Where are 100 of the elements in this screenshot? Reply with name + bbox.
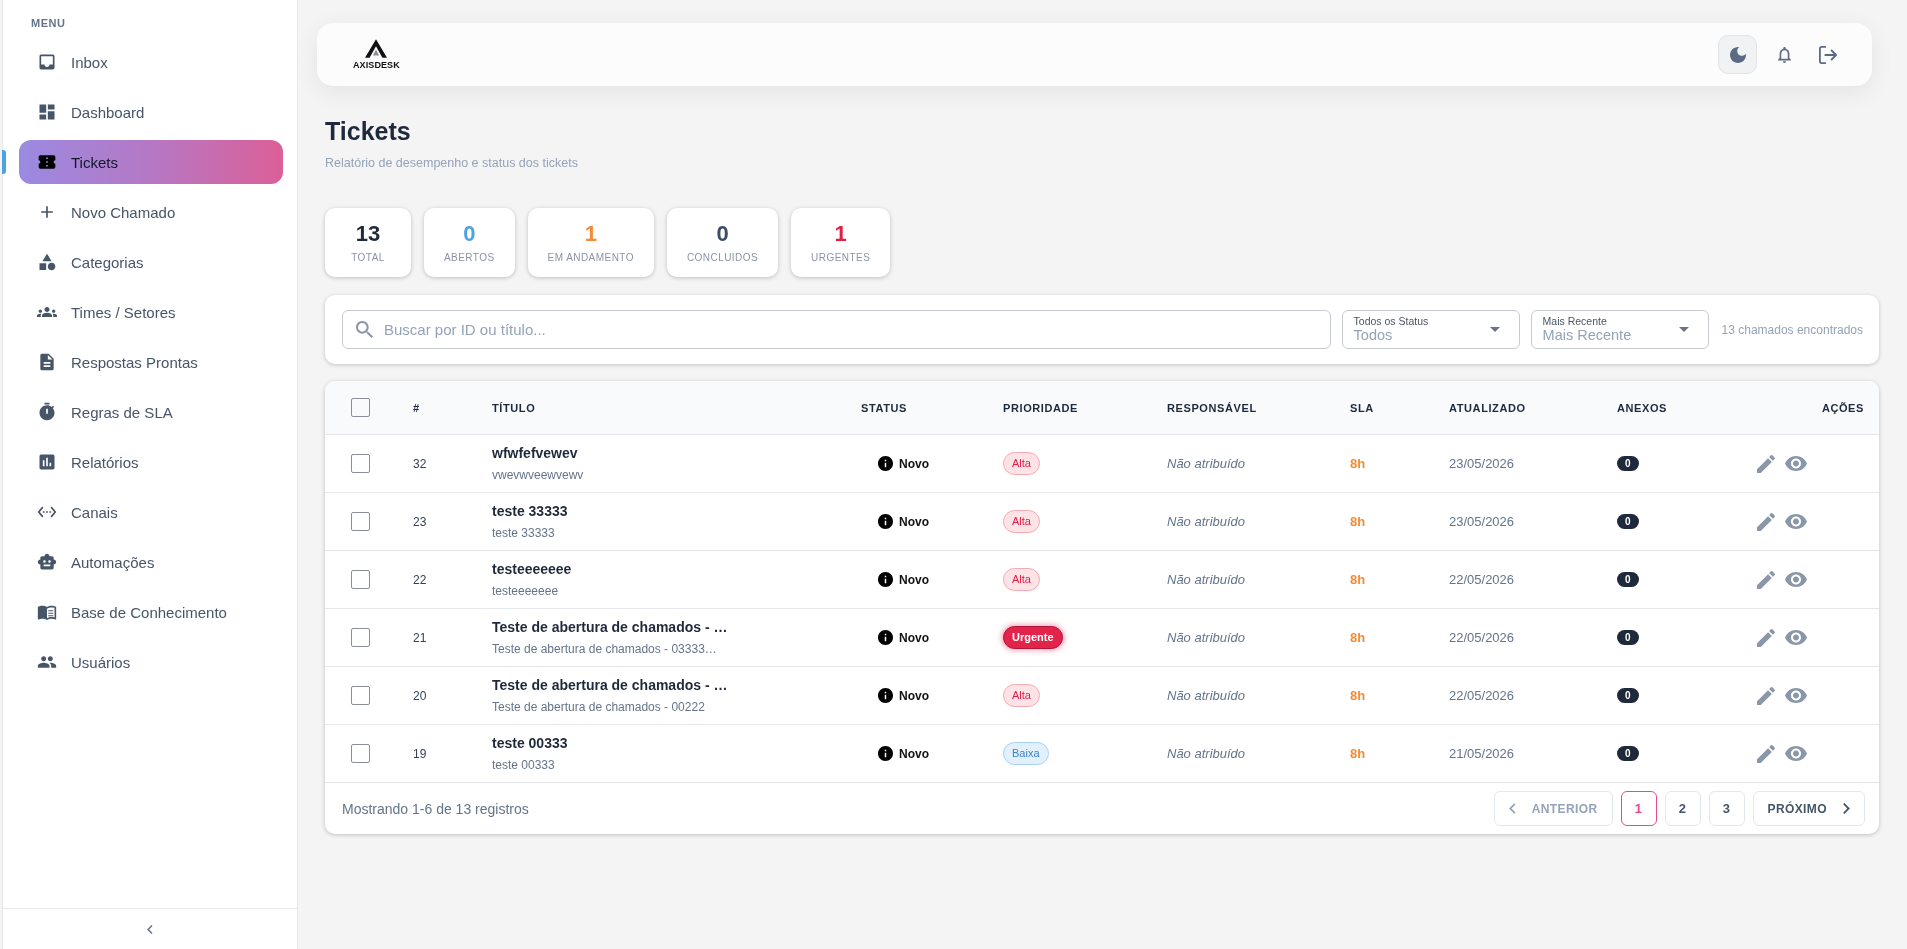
sidebar-item[interactable]: Regras de SLA	[19, 390, 283, 434]
result-count: 13 chamados encontrados	[1721, 322, 1863, 337]
page-title: Tickets	[325, 116, 411, 147]
ticket-description: Teste de abertura de chamados - 03333…	[492, 642, 717, 656]
search-field[interactable]: Buscar por ID ou título...	[342, 310, 1331, 349]
attachment-count-badge: 0	[1617, 456, 1639, 471]
info-icon	[878, 688, 893, 703]
ticket-title[interactable]: teste 00333	[492, 735, 568, 752]
updated-date: 22/05/2026	[1449, 572, 1515, 587]
pencil-icon	[1757, 628, 1775, 647]
ticket-icon	[37, 152, 57, 172]
stat-value: 1	[584, 221, 597, 247]
chevron-right-icon	[1843, 803, 1850, 814]
page-button[interactable]: 1	[1620, 791, 1657, 826]
stat-label: TOTAL	[351, 251, 385, 264]
eye-icon	[1785, 456, 1807, 471]
pagination-summary: Mostrando 1-6 de 13 registros	[342, 800, 529, 817]
shapes-icon	[37, 252, 57, 272]
robot-icon	[37, 552, 57, 572]
ticket-id: 32	[413, 456, 427, 471]
eye-icon	[1785, 630, 1807, 645]
view-button[interactable]	[1783, 628, 1809, 647]
pencil-icon	[1757, 512, 1775, 531]
edit-button[interactable]	[1755, 510, 1777, 533]
ticket-id: 21	[413, 630, 427, 645]
sidebar-item[interactable]: Categorias	[19, 240, 283, 284]
status-select[interactable]: Todos os Status Todos	[1341, 310, 1520, 349]
next-button[interactable]: PRÓXIMO	[1752, 791, 1865, 826]
page-button[interactable]: 2	[1664, 791, 1701, 826]
info-icon	[878, 630, 893, 645]
stat-value: 1	[834, 221, 847, 247]
stat-value: 0	[463, 221, 476, 247]
sidebar-item[interactable]: Dashboard	[19, 90, 283, 134]
sidebar-item[interactable]: Automações	[19, 540, 283, 584]
attachment-count-badge: 0	[1617, 746, 1639, 761]
sla-value: 8h	[1350, 688, 1366, 703]
row-checkbox[interactable]	[351, 686, 370, 705]
ticket-id: 22	[413, 572, 427, 587]
ticket-description: Teste de abertura de chamados - 00222	[492, 700, 705, 714]
ticket-description: teste 00333	[492, 758, 555, 772]
ticket-title[interactable]: Teste de abertura de chamados - …	[492, 677, 728, 694]
ticket-description: testeeeeeee	[492, 584, 559, 598]
column-header: RESPONSÁVEL	[1167, 401, 1257, 414]
stat-value: 0	[716, 221, 729, 247]
sidebar-item[interactable]: Tickets	[19, 140, 283, 184]
info-icon	[878, 746, 893, 761]
document-icon	[37, 352, 57, 372]
view-button[interactable]	[1783, 686, 1809, 705]
row-checkbox[interactable]	[351, 570, 370, 589]
theme-toggle-button[interactable]	[1718, 35, 1757, 74]
row-checkbox[interactable]	[351, 628, 370, 647]
view-button[interactable]	[1783, 512, 1809, 531]
column-header: STATUS	[861, 401, 907, 414]
pencil-icon	[1757, 454, 1775, 473]
sidebar-item[interactable]: Base de Conhecimento	[19, 590, 283, 634]
assignee-text: Não atribuído	[1167, 746, 1246, 761]
ticket-title[interactable]: Teste de abertura de chamados - …	[492, 619, 728, 636]
moon-icon	[1729, 46, 1746, 63]
edit-button[interactable]	[1755, 742, 1777, 765]
select-all-checkbox[interactable]	[351, 398, 370, 417]
attachment-count-badge: 0	[1617, 688, 1639, 703]
updated-date: 23/05/2026	[1449, 514, 1515, 529]
sidebar-item[interactable]: Usuários	[19, 640, 283, 684]
ticket-title[interactable]: testeeeeeee	[492, 561, 572, 578]
sla-value: 8h	[1350, 572, 1366, 587]
view-button[interactable]	[1783, 454, 1809, 473]
stat-label: EM ANDAMENTO	[547, 251, 634, 264]
ticket-title[interactable]: teste 33333	[492, 503, 568, 520]
assignee-text: Não atribuído	[1167, 514, 1246, 529]
bar-chart-icon	[37, 452, 57, 472]
priority-badge: Alta	[1003, 452, 1040, 475]
status-label: Novo	[899, 572, 929, 587]
info-icon	[878, 514, 893, 529]
attachment-count-badge: 0	[1617, 514, 1639, 529]
sidebar-item[interactable]: Relatórios	[19, 440, 283, 484]
view-button[interactable]	[1783, 570, 1809, 589]
ticket-title[interactable]: wfwfefvewev	[492, 445, 578, 462]
row-checkbox[interactable]	[351, 454, 370, 473]
eye-icon	[1785, 514, 1807, 529]
page-button[interactable]: 3	[1708, 791, 1745, 826]
row-checkbox[interactable]	[351, 512, 370, 531]
sidebar-item[interactable]: Times / Setores	[19, 290, 283, 334]
sidebar-item[interactable]: Inbox	[19, 40, 283, 84]
sla-value: 8h	[1350, 514, 1366, 529]
edit-button[interactable]	[1755, 452, 1777, 475]
priority-badge: Urgente	[1003, 626, 1063, 649]
sidebar-item[interactable]: Canais	[19, 490, 283, 534]
sidebar-item[interactable]: Novo Chamado	[19, 190, 283, 234]
pencil-icon	[1757, 686, 1775, 705]
sla-value: 8h	[1350, 456, 1366, 471]
ticket-description: vwevwveewvewv	[492, 468, 584, 482]
sort-select[interactable]: Mais Recente Mais Recente	[1530, 310, 1709, 349]
view-button[interactable]	[1783, 744, 1809, 763]
info-icon	[878, 456, 893, 471]
edit-button[interactable]	[1755, 626, 1777, 649]
row-checkbox[interactable]	[351, 744, 370, 763]
sidebar-item[interactable]: Respostas Prontas	[19, 340, 283, 384]
attachment-count-badge: 0	[1617, 572, 1639, 587]
edit-button[interactable]	[1755, 684, 1777, 707]
edit-button[interactable]	[1755, 568, 1777, 591]
